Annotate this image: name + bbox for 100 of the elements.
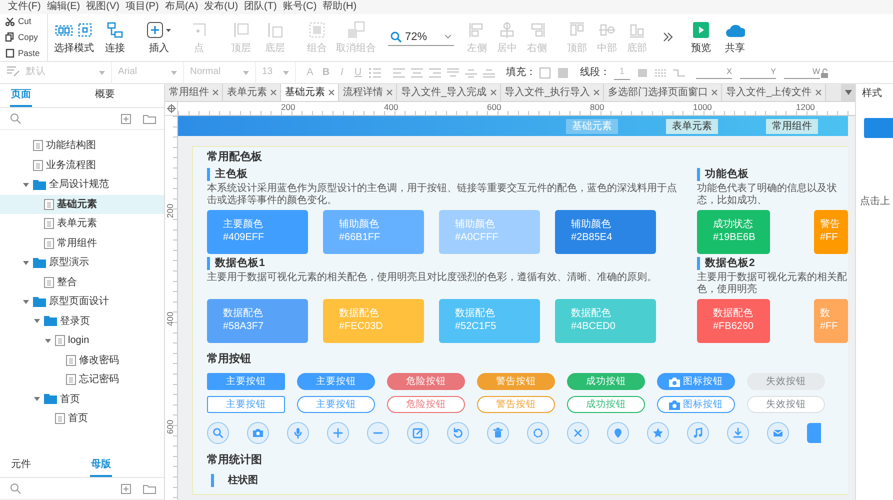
tree-item[interactable]: 基础元素 — [0, 194, 164, 214]
tree-item[interactable]: 表单元素 — [0, 214, 164, 234]
add-page-button[interactable] — [119, 484, 133, 494]
share-button[interactable]: 共享 — [718, 21, 752, 54]
panel-tab[interactable]: 元件 — [10, 454, 32, 477]
tree-item[interactable]: 常用组件 — [0, 234, 164, 253]
tree-item[interactable]: 全局设计规范 — [0, 175, 164, 194]
text-align-button[interactable] — [462, 66, 480, 78]
caret-icon — [283, 70, 289, 74]
close-icon — [328, 89, 335, 96]
copy-button[interactable]: Copy — [0, 30, 47, 46]
document-tab[interactable]: 基础元素 — [281, 84, 339, 101]
tabs-menu-button[interactable] — [841, 84, 855, 101]
search-button[interactable] — [207, 422, 229, 444]
tree-item[interactable]: 修改密码 — [0, 350, 164, 370]
list-button[interactable] — [366, 66, 384, 78]
double-chevron-icon — [662, 32, 674, 42]
chart-subtitle: 柱状图 — [211, 474, 258, 487]
folder-icon — [143, 114, 156, 124]
color-code: #66B1FF — [339, 231, 382, 244]
text-align-button[interactable] — [390, 66, 408, 78]
preview-button[interactable]: 预览 — [684, 21, 718, 54]
arrow-style-button[interactable] — [670, 66, 688, 78]
tree-item[interactable]: 原型演示 — [0, 253, 164, 272]
menu-item[interactable]: 视图(V) — [86, 0, 120, 14]
menu-item[interactable]: 发布(U) — [204, 0, 238, 14]
menu-item[interactable]: 文件(F) — [8, 0, 41, 14]
menu-item[interactable]: 项目(P) — [125, 0, 159, 14]
color-name: 辅助颜色 — [571, 218, 612, 231]
tree-item[interactable]: 忘记密码 — [0, 370, 164, 390]
palette-title: 主色板 — [207, 168, 248, 181]
square-icon — [636, 66, 650, 78]
add-folder-button[interactable] — [141, 114, 158, 124]
loading-button[interactable] — [527, 422, 549, 444]
tree-item[interactable]: 首页 — [0, 390, 164, 409]
tree-item[interactable]: login — [0, 331, 164, 350]
add-page-button[interactable] — [119, 114, 133, 124]
undo-button[interactable] — [447, 422, 469, 444]
color-code: #FF — [820, 231, 839, 244]
ruler-label: 600 — [487, 102, 502, 114]
page-icon — [44, 198, 54, 210]
document-tab[interactable]: 导入文件_执行导入 — [500, 84, 604, 101]
tree-item[interactable]: 首页 — [0, 409, 164, 428]
text-align-button[interactable] — [426, 66, 444, 78]
nav-tab[interactable]: 表单元素 — [666, 118, 718, 134]
panel-tab[interactable]: 概要 — [94, 84, 116, 107]
selection-mode-button[interactable]: 选择模式 — [52, 21, 96, 54]
cut-button[interactable]: Cut — [0, 14, 47, 30]
paste-button[interactable]: Paste — [0, 45, 47, 61]
panel-tab[interactable]: 页面 — [10, 84, 32, 107]
ruler-label: 200 — [281, 102, 296, 114]
edit-button[interactable] — [407, 422, 429, 444]
plus-icon — [332, 427, 344, 439]
menu-item[interactable]: 团队(T) — [244, 0, 277, 14]
folder-icon — [44, 316, 57, 326]
menu-item[interactable]: 布局(A) — [164, 0, 198, 14]
panel-tab[interactable]: 母版 — [90, 454, 112, 477]
tree-item[interactable]: 原型页面设计 — [0, 292, 164, 312]
microphone-button[interactable] — [287, 422, 309, 444]
connect-button[interactable]: 连接 — [98, 21, 132, 54]
text-align-icon — [464, 66, 478, 78]
page-icon — [33, 140, 43, 152]
text-align-icon — [428, 66, 442, 78]
nav-tab[interactable]: 常用组件 — [766, 118, 818, 134]
close-icon — [814, 89, 822, 96]
palette-title: 数据色板1 — [207, 257, 265, 270]
menu-item[interactable]: 帮助(H) — [322, 0, 357, 14]
page-icon — [33, 160, 43, 171]
caret-icon — [99, 70, 105, 74]
style-tab[interactable]: 样式 — [856, 84, 893, 104]
text-align-button[interactable] — [408, 66, 426, 78]
color-code: #52C1F5 — [455, 320, 498, 333]
text-align-button[interactable] — [480, 66, 498, 78]
download-button[interactable] — [727, 422, 749, 444]
add-button[interactable] — [327, 422, 349, 444]
page-icon — [55, 335, 65, 346]
tree-item[interactable]: 整合 — [0, 272, 164, 292]
tree-item[interactable]: 功能结构图 — [0, 136, 164, 156]
close-button[interactable] — [567, 422, 589, 444]
text-align-button[interactable] — [444, 66, 462, 78]
play-icon — [691, 21, 711, 39]
text-align-icon — [410, 66, 424, 78]
section-title: 常用按钮 — [207, 352, 252, 367]
close-icon — [490, 89, 497, 96]
tree-item[interactable]: 登录页 — [0, 312, 164, 331]
add-folder-button[interactable] — [141, 484, 158, 494]
zoom-field[interactable]: 72% — [388, 28, 454, 46]
insert-button[interactable]: 插入 — [142, 21, 176, 54]
menu-item[interactable]: 编辑(E) — [46, 0, 80, 14]
location-button[interactable] — [607, 422, 629, 444]
remove-button[interactable] — [367, 422, 389, 444]
plus-square-icon — [121, 114, 131, 124]
menu-item[interactable]: 账号(C) — [282, 0, 317, 14]
music-button[interactable] — [687, 422, 709, 444]
tree-item[interactable]: 业务流程图 — [0, 156, 164, 175]
delete-button[interactable] — [487, 422, 509, 444]
star-button[interactable] — [647, 422, 669, 444]
mail-button[interactable] — [767, 422, 789, 444]
camera-button[interactable] — [247, 422, 269, 444]
section-title: 常用统计图 — [207, 453, 263, 468]
